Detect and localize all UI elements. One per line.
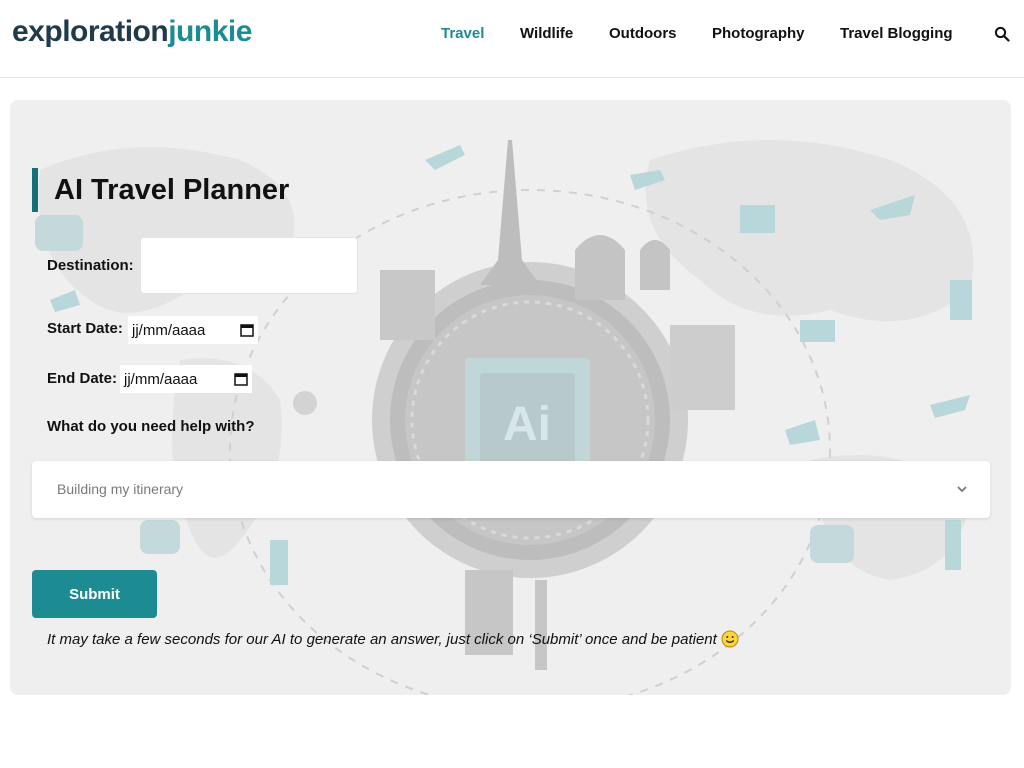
ai-chip-label: Ai bbox=[503, 398, 551, 451]
site-header: explorationjunkie Travel Wildlife Outdoo… bbox=[0, 0, 1024, 78]
start-date-input[interactable]: jj/mm/aaaa bbox=[128, 316, 258, 344]
destination-label: Destination: bbox=[47, 257, 134, 274]
nav-item-outdoors[interactable]: Outdoors bbox=[609, 25, 677, 43]
nav-item-travel[interactable]: Travel bbox=[441, 25, 484, 43]
nav-item-wildlife[interactable]: Wildlife bbox=[520, 25, 573, 43]
planner-title-accent: AI Travel Planner bbox=[32, 168, 289, 212]
page-title: AI Travel Planner bbox=[54, 174, 290, 206]
help-topic-select[interactable]: Building my itinerary bbox=[32, 461, 990, 518]
wait-note: It may take a few seconds for our AI to … bbox=[47, 630, 739, 649]
help-label: What do you need help with? bbox=[47, 418, 255, 435]
end-date-input[interactable]: jj/mm/aaaa bbox=[120, 365, 252, 393]
end-date-label: End Date: bbox=[47, 370, 118, 387]
start-date-placeholder: jj/mm/aaaa bbox=[132, 321, 206, 339]
chevron-down-icon bbox=[957, 486, 967, 493]
calendar-icon[interactable] bbox=[240, 323, 254, 337]
help-topic-selected: Building my itinerary bbox=[57, 481, 184, 497]
main-nav: Travel Wildlife Outdoors Photography Tra… bbox=[0, 25, 1024, 45]
end-date-placeholder: jj/mm/aaaa bbox=[124, 370, 198, 388]
submit-button[interactable]: Submit bbox=[32, 570, 157, 618]
destination-input[interactable] bbox=[140, 237, 358, 294]
start-date-label: Start Date: bbox=[47, 320, 123, 337]
planner-card: Ai AI Travel Planner Destination: Start … bbox=[10, 100, 1011, 695]
search-icon[interactable] bbox=[994, 26, 1010, 42]
nav-item-photography[interactable]: Photography bbox=[712, 25, 805, 43]
wait-note-text: It may take a few seconds for our AI to … bbox=[47, 631, 717, 648]
calendar-icon[interactable] bbox=[234, 372, 248, 386]
smiley-icon bbox=[721, 630, 739, 648]
nav-item-travel-blogging[interactable]: Travel Blogging bbox=[840, 25, 953, 43]
